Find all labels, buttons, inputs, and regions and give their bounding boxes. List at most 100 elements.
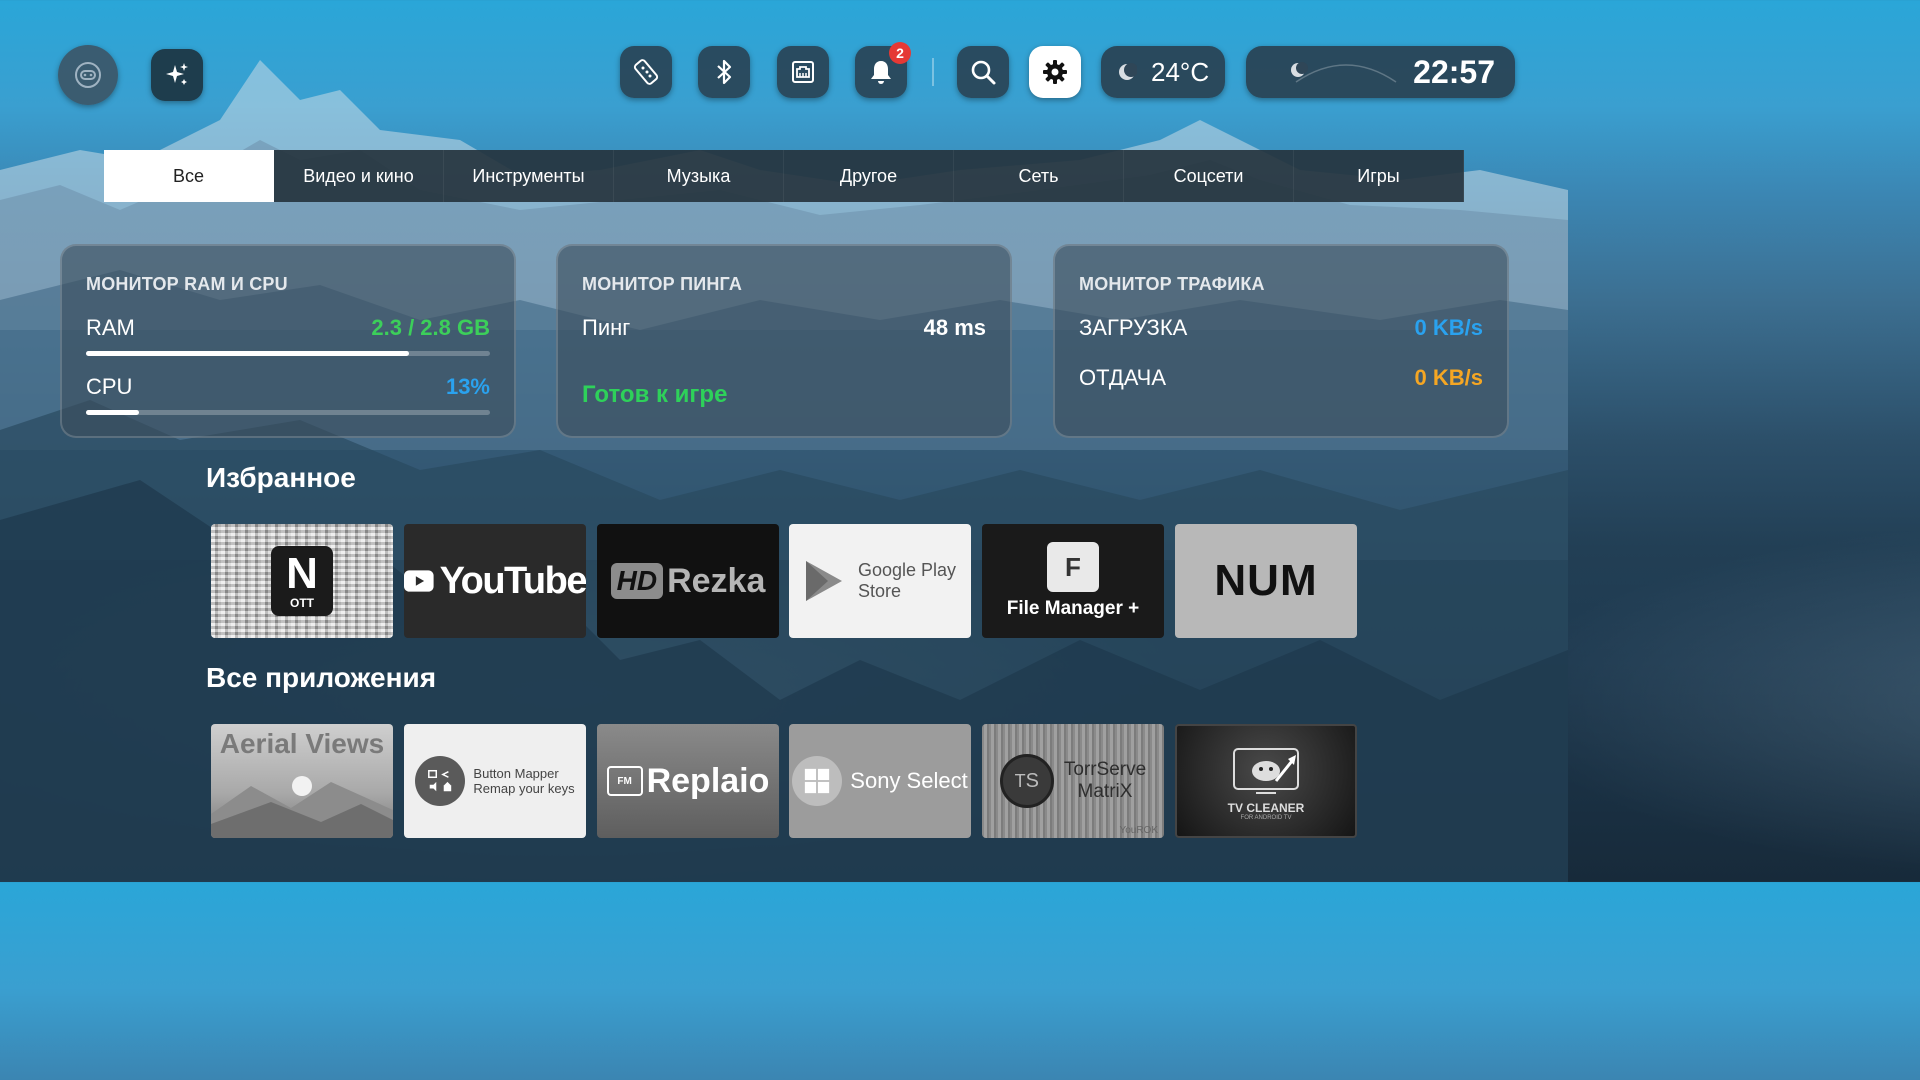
bluetooth-icon — [717, 59, 732, 85]
folder-icon: F — [1047, 542, 1099, 592]
tab-social[interactable]: Соцсети — [1124, 150, 1294, 202]
tv-cleaner-sub-text: FOR ANDROID TV — [1240, 815, 1292, 821]
num-logo-text: NUM — [1214, 556, 1318, 605]
tab-all[interactable]: Все — [104, 150, 274, 202]
cpu-value: 13% — [445, 374, 490, 399]
tab-network[interactable]: Сеть — [954, 150, 1124, 202]
file-manager-icon-letter: F — [1065, 551, 1081, 582]
torrserve-watermark: YouROK — [1119, 825, 1158, 836]
app-tile-google-play[interactable]: Google Play Store — [789, 524, 971, 638]
play-store-line2: Store — [857, 581, 901, 601]
tab-music[interactable]: Музыка — [614, 150, 784, 202]
app-tile-torrserve[interactable]: T S TorrServe MatriX YouROK — [982, 724, 1164, 838]
play-store-logo-text: Google Play Store — [858, 560, 956, 602]
card-title: МОНИТОР RAM И CPU — [86, 274, 288, 294]
sparkle-icon — [166, 63, 188, 85]
ram-progress-bar — [86, 351, 490, 356]
ethernet-icon — [792, 61, 814, 83]
app-tile-file-manager[interactable]: F File Manager + — [982, 524, 1164, 638]
replaio-logo-text: Replaio — [646, 761, 770, 800]
tv-cleaner-logo-text: TV CLEANER — [1227, 801, 1305, 815]
tab-games[interactable]: Игры — [1294, 150, 1464, 202]
tab-video[interactable]: Видео и кино — [274, 150, 444, 202]
app-tile-replaio[interactable]: FM Replaio — [597, 724, 779, 838]
remote-button[interactable] — [620, 46, 672, 98]
clock-widget[interactable]: 22:57 — [1246, 46, 1515, 98]
cpu-progress-bar — [86, 410, 490, 415]
notifications-button[interactable]: 2 — [855, 42, 911, 98]
moon-icon — [1119, 63, 1137, 80]
app-tile-nott[interactable]: N OTT — [211, 524, 393, 638]
ping-value: 48 ms — [923, 315, 986, 340]
cpu-label: CPU — [86, 374, 133, 399]
assistant-button[interactable] — [151, 49, 203, 101]
torrserve-line1: TorrServe — [1063, 759, 1147, 780]
avatar-icon — [75, 62, 101, 88]
torrserve-icon-letter-s: S — [1025, 769, 1039, 792]
grid-icon — [805, 768, 830, 794]
card-title: МОНИТОР ПИНГА — [582, 274, 743, 294]
ram-cpu-monitor-card[interactable]: МОНИТОР RAM И CPU RAM 2.3 / 2.8 GB CPU 1… — [60, 244, 516, 438]
avatar-button[interactable] — [58, 45, 118, 105]
torrserve-icon: T S — [999, 754, 1054, 808]
cpu-progress-fill — [86, 410, 139, 415]
bell-icon — [871, 61, 891, 84]
app-tile-num[interactable]: NUM — [1175, 524, 1357, 638]
nott-logo: N OTT — [271, 546, 333, 616]
card-title: МОНИТОР ТРАФИКА — [1079, 274, 1265, 294]
sony-select-icon — [792, 756, 843, 806]
tab-other[interactable]: Другое — [784, 150, 954, 202]
gear-icon — [1043, 60, 1067, 84]
play-store-icon — [805, 561, 842, 601]
youtube-logo-text: YouTube — [439, 559, 586, 602]
aerial-views-logo-text: Aerial Views — [219, 728, 385, 759]
app-tile-sony-select[interactable]: Sony Select — [789, 724, 971, 838]
button-mapper-icon — [415, 756, 466, 806]
button-mapper-line1: Button Mapper — [473, 766, 559, 781]
torrserve-text: TorrServe MatriX — [1064, 759, 1146, 803]
moon-phase-icon — [1291, 62, 1397, 83]
upload-label: ОТДАЧА — [1079, 365, 1167, 390]
app-tile-button-mapper[interactable]: Button Mapper Remap your keys — [404, 724, 586, 838]
hdrezka-logo-hd: HD — [610, 563, 664, 599]
category-tabs: Все Видео и кино Инструменты Музыка Друг… — [104, 150, 1464, 202]
app-tile-hdrezka[interactable]: HD Rezka — [597, 524, 779, 638]
bluetooth-button[interactable] — [698, 46, 750, 98]
search-icon — [971, 60, 996, 85]
notification-badge: 2 — [889, 42, 911, 64]
temperature-text: 24°C — [1151, 56, 1210, 87]
button-mapper-line2: Remap your keys — [473, 781, 575, 796]
topbar-divider — [932, 58, 934, 86]
hdrezka-logo-text: Rezka — [667, 561, 766, 600]
file-manager-logo-text: File Manager + — [1006, 598, 1140, 619]
weather-widget[interactable]: 24°C — [1101, 46, 1225, 98]
button-mapper-text: Button Mapper Remap your keys — [473, 766, 574, 796]
ram-progress-fill — [86, 351, 410, 356]
app-tile-aerial-views[interactable]: Aerial Views — [211, 724, 393, 838]
search-button[interactable] — [957, 46, 1009, 98]
radio-icon: FM — [606, 766, 643, 796]
favorites-section-title: Избранное — [206, 462, 356, 493]
nott-logo-letter: N — [286, 549, 318, 598]
settings-button[interactable] — [1029, 46, 1081, 98]
download-value: 0 KB/s — [1414, 315, 1483, 340]
ram-value: 2.3 / 2.8 GB — [371, 315, 490, 340]
youtube-play-icon — [404, 570, 434, 592]
network-button[interactable] — [777, 46, 829, 98]
all-apps-section-title: Все приложения — [206, 662, 437, 693]
ram-label: RAM — [86, 315, 135, 340]
play-store-line1: Google Play — [857, 560, 957, 580]
upload-value: 0 KB/s — [1414, 365, 1483, 390]
torrserve-line2: MatriX — [1077, 781, 1133, 802]
download-label: ЗАГРУЗКА — [1079, 315, 1188, 340]
ping-status: Готов к игре — [582, 381, 728, 408]
sony-select-logo-text: Sony Select — [850, 768, 968, 793]
app-tile-youtube[interactable]: YouTube — [404, 524, 586, 638]
traffic-monitor-card[interactable]: МОНИТОР ТРАФИКА ЗАГРУЗКА 0 KB/s ОТДАЧА 0… — [1053, 244, 1509, 438]
torrserve-icon-letter-t: T — [1014, 770, 1026, 791]
app-tile-tv-cleaner[interactable]: TV CLEANER FOR ANDROID TV — [1175, 724, 1357, 838]
tab-tools[interactable]: Инструменты — [444, 150, 614, 202]
ping-monitor-card[interactable]: МОНИТОР ПИНГА Пинг 48 ms Готов к игре — [556, 244, 1012, 438]
clock-time: 22:57 — [1413, 53, 1495, 90]
radio-icon-label: FM — [617, 775, 632, 787]
